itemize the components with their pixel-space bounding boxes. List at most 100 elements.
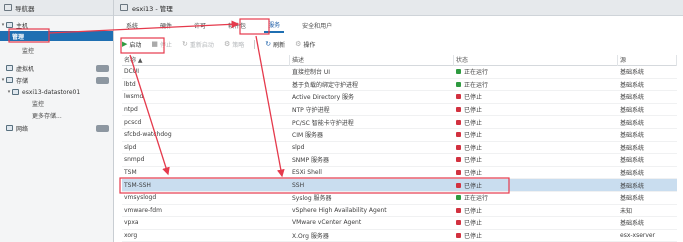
table-row[interactable]: vmware-fdm vSphere High Availability Agen…: [122, 205, 677, 218]
refresh-icon: ↻: [265, 40, 272, 48]
service-source: 基础系统: [620, 220, 645, 228]
service-source: 基础系统: [620, 132, 645, 140]
service-name: lwsmd: [124, 93, 144, 101]
network-icon: [6, 125, 13, 131]
nav-item-monitor[interactable]: 监控: [0, 45, 113, 55]
table-row[interactable]: vmsyslogd Syslog 服务器 正在运行 基础系统: [122, 192, 677, 205]
nav-item-label: 虚拟机: [16, 65, 35, 73]
stop-button[interactable]: ■ 停止: [151, 40, 172, 49]
service-status: 已停止: [454, 168, 618, 177]
navigator-header: 导航器: [0, 0, 113, 16]
nav-item-network[interactable]: 网络: [0, 123, 113, 133]
service-description: Active Directory 服务: [292, 94, 355, 102]
toolbar: ▶ 启动 ■ 停止 ↻ 重新启动 ⚙ 策略 ↻ 刷新 ⚙ 操作: [122, 37, 315, 51]
table-row[interactable]: TSM-SSH SSH 已停止 基础系统: [122, 179, 677, 192]
table-row[interactable]: xorg X.Org 服务器 已停止 esx-xserver: [122, 230, 677, 242]
nav-item-datastore[interactable]: ▾ esxi13-datastore01: [0, 87, 113, 97]
service-source: 基础系统: [620, 157, 645, 165]
nav-item-vms[interactable]: 虚拟机: [0, 63, 113, 73]
nav-item-manage[interactable]: 管理: [0, 31, 113, 41]
service-name: snmpd: [124, 156, 145, 164]
nav-item-datastore-monitor[interactable]: 监控: [0, 98, 113, 108]
navigator-panel: 导航器 ▾ 主机 管理 监控 虚拟机 ▾ 存储 ▾ esxi13-datasto…: [0, 0, 114, 242]
service-status: 已停止: [454, 231, 618, 240]
service-source: 基础系统: [620, 119, 645, 127]
nav-item-label: 监控: [32, 100, 45, 108]
service-status: 已停止: [454, 218, 618, 227]
service-name: vmware-fdm: [124, 206, 162, 214]
nav-item-label: 监控: [22, 47, 35, 55]
datastore-icon: [12, 89, 19, 95]
vm-icon: [6, 65, 13, 71]
column-header-description[interactable]: 描述: [290, 54, 454, 66]
column-header-source[interactable]: 源: [618, 54, 677, 66]
storage-count-badge: [96, 76, 109, 84]
service-description: Syslog 服务器: [292, 195, 332, 203]
service-source: 基础系统: [620, 107, 645, 115]
tab-licensing[interactable]: 许可: [190, 19, 210, 32]
table-row[interactable]: ntpd NTP 守护进程 已停止 基础系统: [122, 104, 677, 117]
nav-item-storage[interactable]: ▾ 存储: [0, 75, 113, 85]
page-title: esxi13 - 管理: [132, 4, 173, 13]
table-row[interactable]: pcscd PC/SC 智能卡守护进程 已停止 基础系统: [122, 116, 677, 129]
services-table: 名称 ▲ 描述 状态 源 DCUI 直接控制台 UI 正在运行 基础系统 lbtd 基于负…: [122, 54, 677, 242]
stopped-status-icon: [456, 119, 461, 125]
navigator-icon: [4, 4, 12, 11]
nav-item-host[interactable]: ▾ 主机: [0, 20, 113, 30]
restart-button[interactable]: ↻ 重新启动: [182, 40, 214, 49]
policy-button[interactable]: ⚙ 策略: [224, 40, 244, 49]
service-status: 已停止: [454, 118, 618, 127]
service-description: slpd: [292, 143, 305, 151]
table-row[interactable]: lwsmd Active Directory 服务 已停止 基础系统: [122, 91, 677, 104]
service-description: SNMP 服务器: [292, 157, 329, 165]
table-row[interactable]: DCUI 直接控制台 UI 正在运行 基础系统: [122, 66, 677, 79]
service-description: PC/SC 智能卡守护进程: [292, 119, 354, 127]
table-body: DCUI 直接控制台 UI 正在运行 基础系统 lbtd 基于负载的绑定守护进程 正在运行基…: [122, 66, 677, 242]
table-row[interactable]: sfcbd-watchdog CIM 服务器 已停止 基础系统: [122, 129, 677, 142]
service-status: 已停止: [454, 206, 618, 215]
start-button[interactable]: ▶ 启动: [122, 40, 141, 49]
column-header-status[interactable]: 状态: [454, 54, 618, 66]
stopped-status-icon: [456, 207, 461, 213]
actions-button[interactable]: ⚙ 操作: [295, 40, 315, 49]
service-source: 基础系统: [620, 170, 645, 178]
nav-item-label: 更多存储...: [32, 112, 62, 120]
service-status: 正在运行: [454, 193, 618, 202]
table-row[interactable]: TSM ESXi Shell 已停止 基础系统: [122, 167, 677, 180]
service-source: 基础系统: [620, 81, 645, 89]
service-description: ESXi Shell: [292, 169, 322, 177]
vm-count-badge: [96, 64, 109, 72]
network-count-badge: [96, 124, 109, 132]
service-description: NTP 守护进程: [292, 107, 330, 115]
tab-security-users[interactable]: 安全和用户: [298, 19, 336, 32]
refresh-button[interactable]: ↻ 刷新: [265, 40, 285, 49]
service-source: 基础系统: [620, 94, 645, 102]
service-status: 已停止: [454, 130, 618, 139]
table-row[interactable]: vpxa VMware vCenter Agent 已停止 基础系统: [122, 217, 677, 230]
table-row[interactable]: slpd slpd 已停止 基础系统: [122, 142, 677, 155]
storage-icon: [6, 77, 13, 83]
service-description: vSphere High Availability Agent: [292, 206, 387, 214]
service-name: slpd: [124, 143, 137, 151]
service-status: 正在运行: [454, 67, 618, 76]
running-status-icon: [456, 69, 461, 75]
play-icon: ▶: [122, 40, 128, 48]
tab-system[interactable]: 系统: [122, 19, 142, 32]
gear-icon: ⚙: [295, 40, 302, 48]
stopped-status-icon: [456, 182, 461, 188]
table-row[interactable]: lbtd 基于负载的绑定守护进程 正在运行 基础系统: [122, 79, 677, 92]
tab-bar: 系统 硬件 许可 软件包 服务 安全和用户: [122, 18, 336, 33]
running-status-icon: [456, 81, 461, 87]
host-icon: [120, 4, 128, 11]
stop-icon: ■: [151, 40, 159, 48]
tab-hardware[interactable]: 硬件: [156, 19, 176, 32]
table-row[interactable]: snmpd SNMP 服务器 已停止 基础系统: [122, 154, 677, 167]
service-source: 基础系统: [620, 144, 645, 152]
service-name: vmsyslogd: [124, 194, 157, 202]
tab-packages[interactable]: 软件包: [224, 19, 250, 32]
tab-services[interactable]: 服务: [264, 18, 285, 33]
service-source: 基础系统: [620, 182, 645, 190]
service-description: X.Org 服务器: [292, 233, 329, 241]
nav-item-more-storage[interactable]: 更多存储...: [0, 110, 113, 120]
column-header-name[interactable]: 名称 ▲: [122, 54, 290, 66]
